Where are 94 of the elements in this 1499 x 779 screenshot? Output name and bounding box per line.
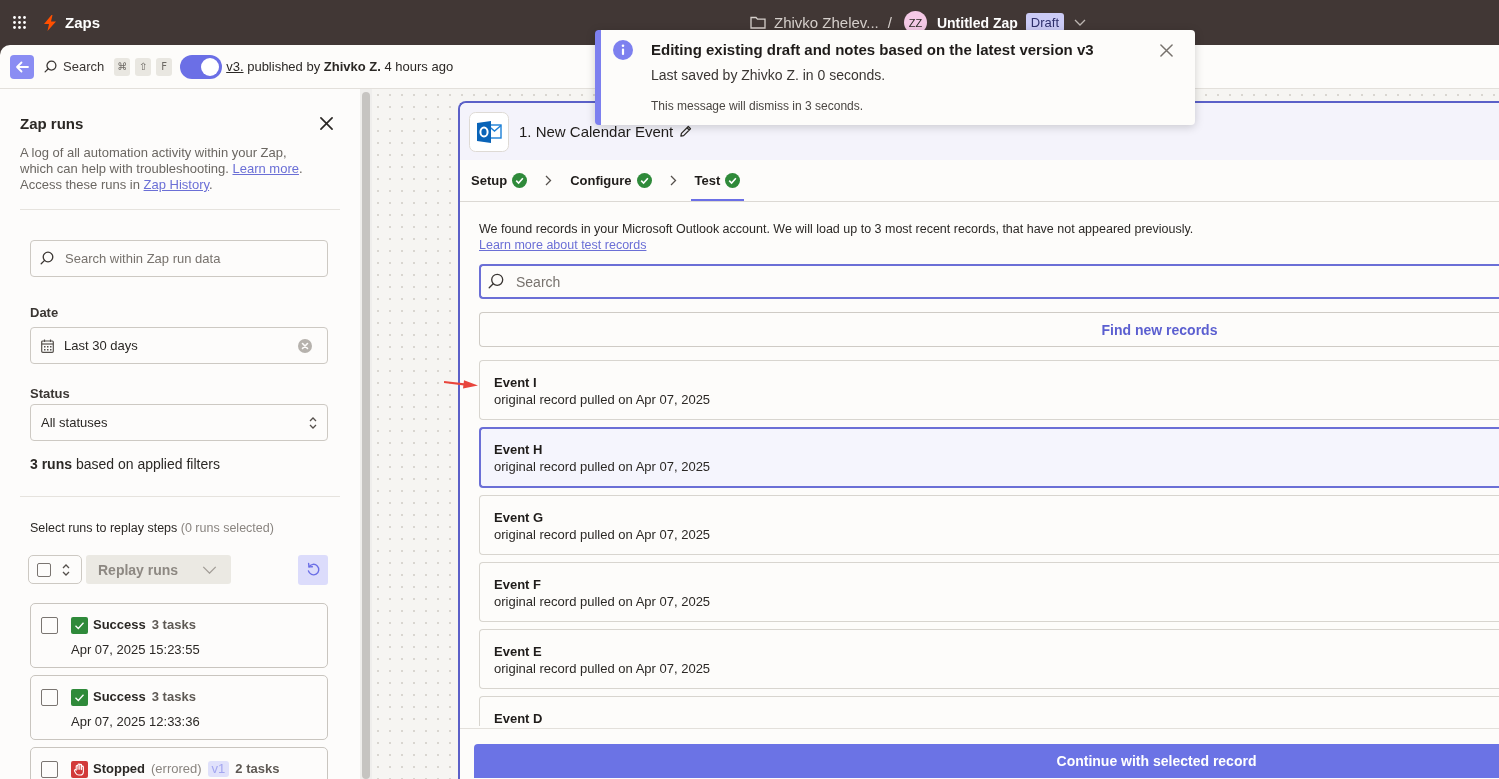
record-card[interactable]: Event I original record pulled on Apr 07, 2025 (479, 360, 1499, 420)
refresh-button[interactable] (298, 554, 328, 585)
run-task-count: 3 tasks (151, 689, 196, 705)
folder-name[interactable]: Zhivko Zhelev... (774, 14, 879, 31)
status-select[interactable]: All statuses (30, 404, 328, 441)
shortcut-key: ⌘ (114, 57, 131, 76)
panel-title: Zap runs (20, 114, 84, 132)
run-status: Success (93, 689, 146, 705)
run-card[interactable]: Success 3 tasks Apr 07, 2025 15:23:55 (30, 603, 328, 668)
folder-icon (750, 16, 766, 29)
run-checkbox[interactable] (41, 761, 58, 778)
close-icon[interactable] (320, 116, 333, 130)
search-icon (44, 60, 57, 73)
record-title: Event G (494, 509, 544, 526)
record-subtitle: original record pulled on Apr 07, 2025 (494, 526, 711, 543)
caret-icon[interactable] (1074, 19, 1086, 26)
toast-message: Last saved by Zhivko Z. in 0 seconds. (651, 66, 887, 85)
run-task-count: 2 tasks (235, 761, 280, 777)
back-button[interactable] (10, 54, 34, 79)
record-card[interactable]: Event D (479, 696, 1499, 726)
version-badge: v1 (207, 761, 230, 777)
run-checkbox[interactable] (41, 689, 58, 706)
back-arrow-icon (15, 60, 29, 73)
result-summary: 3 runs based on applied filters (30, 456, 221, 472)
breadcrumb-separator: / (887, 14, 892, 31)
select-all-checkbox[interactable] (37, 562, 51, 577)
updown-chevron-icon (61, 562, 71, 577)
record-card[interactable]: Event G original record pulled on Apr 07, 2025 (479, 495, 1499, 555)
date-label: Date (30, 305, 59, 321)
run-timestamp: Apr 07, 2025 15:23:55 (71, 642, 200, 658)
selection-count: (0 runs selected) (180, 521, 274, 535)
status-check-icon (71, 616, 88, 634)
help-link[interactable]: Learn more (232, 161, 299, 176)
run-card[interactable]: Stopped (errored) v1 2 tasks (30, 747, 328, 779)
record-search-field[interactable]: Search (479, 264, 1499, 299)
shortcut-key: F (156, 57, 173, 76)
shortcut-key: ⇧ (135, 57, 152, 76)
run-status-detail: (errored) (151, 761, 202, 777)
step-tab[interactable]: Test (690, 160, 745, 201)
stop-hand-icon (71, 760, 88, 778)
find-records-button[interactable]: Find new records (479, 312, 1499, 347)
annotation-arrow (444, 379, 478, 389)
run-timestamp: Apr 07, 2025 12:33:36 (71, 714, 200, 730)
run-card[interactable]: Success 3 tasks Apr 07, 2025 12:33:36 (30, 675, 328, 740)
step-tab[interactable]: Setup (467, 160, 532, 201)
run-status: Stopped (93, 761, 145, 777)
version-link[interactable]: v3. (226, 59, 244, 74)
info-icon (613, 40, 633, 60)
intro-text: We found records in your Microsoft Outlook account. We will load up to 3 most recent records, that have not appeared previously. (479, 221, 1195, 237)
record-subtitle: original record pulled on Apr 07, 2025 (494, 391, 711, 408)
bolt-icon (44, 14, 56, 31)
mail-app-icon (469, 111, 509, 152)
run-status: Success (93, 617, 146, 633)
caret-icon (202, 565, 217, 574)
search-icon (488, 273, 504, 289)
publish-status-text: v3. published by Zhivko Z. 4 hours ago (226, 59, 454, 74)
continue-button[interactable]: Continue with selected record (474, 744, 1499, 778)
record-card[interactable]: Event H original record pulled on Apr 07, 2025 (479, 427, 1499, 488)
panel-description: A log of all automation activity within your Zap, which can help with troubleshooting. Learn more. Access these runs in Zap History. (20, 145, 304, 193)
run-task-count: 3 tasks (151, 617, 196, 633)
record-card[interactable]: Event F original record pulled on Apr 07, 2025 (479, 562, 1499, 622)
chevron-right-icon (669, 175, 677, 186)
toggle-switch[interactable] (180, 54, 223, 79)
record-subtitle: original record pulled on Apr 07, 2025 (494, 593, 711, 610)
learn-more-link[interactable]: Learn more about test records (479, 237, 647, 253)
search-button[interactable]: Search (44, 59, 105, 74)
step-tab[interactable]: Configure (566, 160, 656, 201)
apps-grid-icon[interactable] (13, 16, 26, 29)
run-checkbox[interactable] (41, 617, 58, 634)
record-subtitle: original record pulled on Apr 07, 2025 (494, 660, 711, 677)
status-check-icon (71, 688, 88, 706)
search-field[interactable]: Search within Zap run data (30, 240, 328, 277)
toast-title: Editing existing draft and notes based on the latest version v3 (651, 40, 1094, 60)
zap-name[interactable]: Untitled Zap (936, 14, 1018, 31)
refresh-icon (305, 562, 321, 577)
record-title: Event D (494, 710, 543, 726)
record-card[interactable]: Event E original record pulled on Apr 07, 2025 (479, 629, 1499, 689)
select-all-control[interactable] (28, 555, 82, 584)
pencil-icon[interactable] (679, 125, 693, 138)
replay-heading: Select runs to replay steps (30, 521, 178, 535)
updown-chevron-icon (308, 415, 318, 430)
record-title: Event F (494, 576, 541, 593)
record-title: Event I (494, 374, 537, 391)
app-title: Zaps (65, 14, 100, 31)
record-title: Event H (494, 441, 543, 458)
date-field[interactable]: Last 30 days (30, 327, 328, 364)
search-icon (40, 251, 54, 265)
record-subtitle: original record pulled on Apr 07, 2025 (494, 458, 711, 475)
chevron-right-icon (545, 175, 553, 186)
record-title: Event E (494, 643, 542, 660)
toast-note: This message will dismiss in 3 seconds. (651, 98, 865, 114)
status-label: Status (30, 386, 70, 402)
calendar-icon (41, 338, 54, 353)
step-title: 1. New Calendar Event (519, 123, 674, 140)
